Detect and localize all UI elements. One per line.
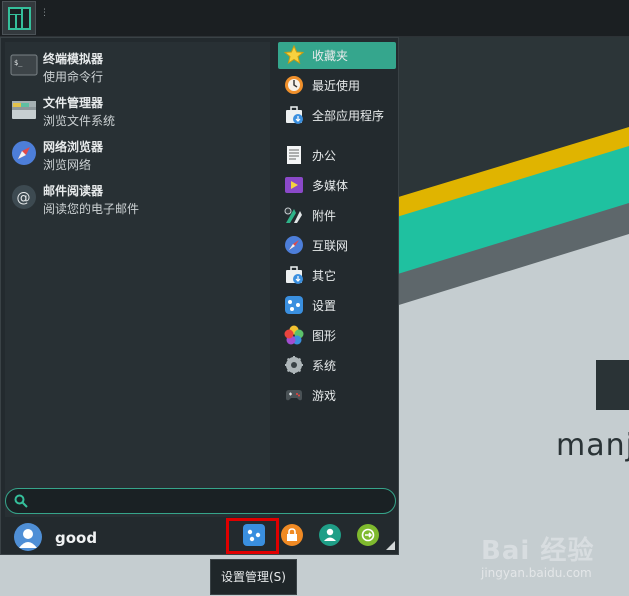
category-label: 系统 [312,359,337,373]
multimedia-icon [285,177,303,193]
mail-icon: @ [12,185,36,209]
category-all-apps[interactable]: 全部应用程序 [278,102,396,129]
category-office[interactable]: 办公 [278,142,396,169]
top-panel: ⋮ [0,0,629,37]
highlight-box [226,518,279,554]
watermark-brand: Bai 经验 [481,536,595,566]
folder-icon [12,101,36,119]
svg-text:$_: $_ [14,59,23,67]
all-apps-icon [286,106,303,124]
search-bar[interactable] [5,488,396,514]
favorite-desc: 使用命令行 [43,70,104,84]
category-games[interactable]: 游戏 [278,382,396,409]
panel-handle-icon[interactable]: ⋮ [40,9,49,22]
user-avatar-icon [19,529,37,548]
system-icon [285,356,303,374]
tooltip: 设置管理(S) [210,559,297,595]
category-label: 其它 [312,269,337,283]
manjaro-logo-icon [8,7,31,30]
category-multimedia[interactable]: 多媒体 [278,172,396,199]
lock-screen-button[interactable] [281,524,303,546]
user-avatar[interactable] [14,523,42,551]
category-label: 全部应用程序 [312,109,385,123]
category-other[interactable]: 其它 [278,262,396,289]
resize-grip-icon[interactable] [386,541,395,550]
favorite-desc: 浏览文件系统 [43,114,116,128]
favorite-title: 文件管理器 [43,96,104,110]
favorite-title: 网络浏览器 [43,140,104,154]
application-menu-button[interactable] [2,1,36,35]
accessories-icon [284,207,302,223]
category-label: 多媒体 [312,179,349,193]
compass-icon [12,141,36,165]
search-icon [14,494,28,508]
category-label: 收藏夹 [312,49,349,63]
svg-text:@: @ [17,190,31,206]
search-input[interactable] [34,492,388,512]
log-out-icon [361,528,375,542]
category-label: 互联网 [312,239,349,253]
favorite-title: 邮件阅读器 [43,184,104,198]
settings-icon [285,296,303,314]
user-name: good [55,529,98,547]
category-settings[interactable]: 设置 [278,292,396,319]
category-recent[interactable]: 最近使用 [278,72,396,99]
terminal-icon: $_ [10,54,38,76]
switch-user-button[interactable] [319,524,341,546]
lock-icon [287,528,297,541]
baidu-watermark: Bai 经验 jingyan.baidu.com [481,530,626,590]
favorite-item-file-manager[interactable]: 文件管理器 浏览文件系统 [7,88,267,128]
category-label: 设置 [312,299,337,313]
category-system[interactable]: 系统 [278,352,396,379]
category-label: 最近使用 [312,79,361,93]
office-icon [287,146,301,164]
watermark-url: jingyan.baidu.com [481,566,592,580]
switch-user-icon [324,528,336,541]
recent-icon [285,76,303,94]
category-accessories[interactable]: 附件 [278,202,396,229]
category-graphics[interactable]: 图形 [278,322,396,349]
category-label: 图形 [312,329,337,343]
log-out-button[interactable] [357,524,379,546]
other-icon [286,266,303,284]
favorite-item-browser[interactable]: 网络浏览器 浏览网络 [7,132,267,172]
games-icon [286,390,302,401]
category-pane: 收藏夹 最近使用 全部应用程序 办公 多媒体 附件 互联网 其它 设置 图形 系… [274,38,398,518]
category-label: 附件 [312,209,337,223]
favorite-item-terminal[interactable]: $_ 终端模拟器 使用命令行 [7,44,267,84]
category-label: 办公 [312,149,337,163]
favorite-title: 终端模拟器 [43,52,104,66]
star-icon [284,45,304,65]
category-internet[interactable]: 互联网 [278,232,396,259]
internet-icon [285,236,303,254]
wallpaper-logo-text: manj [556,428,629,463]
favorites-pane: $_ 终端模拟器 使用命令行 文件管理器 浏览文件系统 网络浏览器 浏览网络 @… [5,42,270,517]
favorite-desc: 浏览网络 [43,158,92,172]
favorite-desc: 阅读您的电子邮件 [43,202,140,216]
whisker-menu: $_ 终端模拟器 使用命令行 文件管理器 浏览文件系统 网络浏览器 浏览网络 @… [0,37,399,555]
category-label: 游戏 [312,389,337,403]
favorite-item-mail[interactable]: @ 邮件阅读器 阅读您的电子邮件 [7,176,267,216]
category-favorites[interactable]: 收藏夹 [278,42,396,69]
graphics-icon [284,325,304,345]
menu-footer: good [1,516,398,554]
